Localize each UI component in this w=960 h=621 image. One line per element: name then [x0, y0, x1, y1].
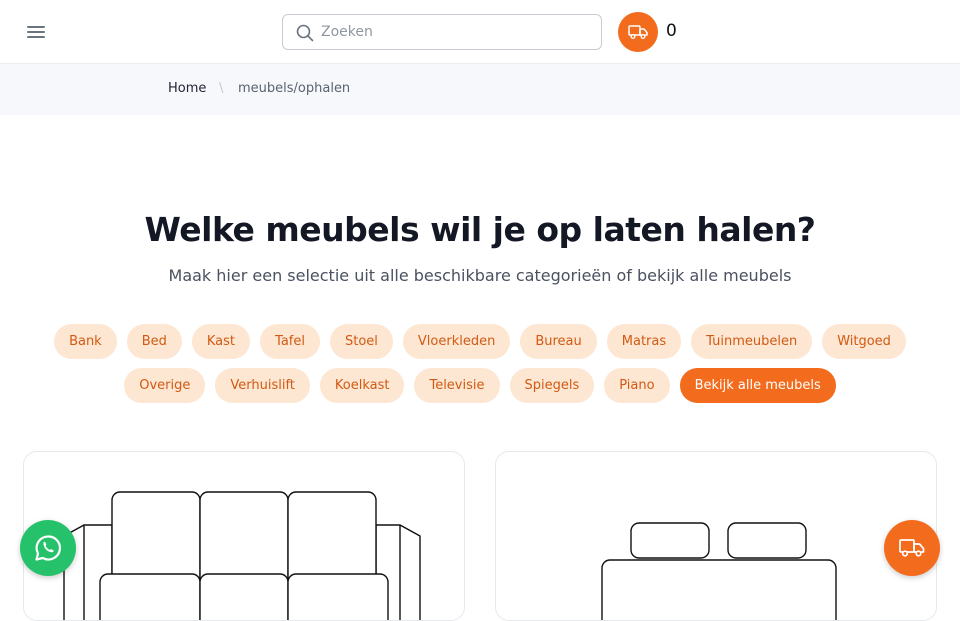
- category-chips-row-2: Overige Verhuislift Koelkast Televisie S…: [30, 368, 930, 403]
- menu-button[interactable]: [24, 20, 48, 44]
- breadcrumb: Home \ meubels/ophalen: [0, 65, 960, 115]
- page-title: Welke meubels wil je op laten halen?: [144, 210, 816, 249]
- category-chip-witgoed[interactable]: Witgoed: [822, 324, 906, 359]
- category-chip-verhuislift[interactable]: Verhuislift: [215, 368, 310, 403]
- category-chip-vloerkleden[interactable]: Vloerkleden: [402, 324, 511, 359]
- category-chip-piano[interactable]: Piano: [604, 368, 670, 403]
- category-chip-televisie[interactable]: Televisie: [414, 368, 500, 403]
- whatsapp-button[interactable]: [20, 520, 76, 576]
- category-chip-tafel[interactable]: Tafel: [260, 324, 320, 359]
- page-subtitle: Maak hier een selectie uit alle beschikb…: [168, 266, 792, 285]
- moving-truck-fab[interactable]: [884, 520, 940, 576]
- view-all-furniture-button[interactable]: Bekijk alle meubels: [679, 368, 836, 403]
- category-chip-bed[interactable]: Bed: [126, 324, 182, 359]
- category-chip-spiegels[interactable]: Spiegels: [509, 368, 595, 403]
- sofa-icon: [63, 491, 421, 620]
- category-chip-matras[interactable]: Matras: [606, 324, 682, 359]
- category-chip-overige[interactable]: Overige: [124, 368, 206, 403]
- breadcrumb-current: meubels/ophalen: [238, 81, 351, 96]
- category-card-sofa[interactable]: [23, 451, 465, 621]
- hamburger-icon: [27, 26, 45, 28]
- category-chip-bureau[interactable]: Bureau: [520, 324, 597, 359]
- truck-icon: [628, 25, 648, 39]
- category-card-bed[interactable]: [495, 451, 937, 621]
- breadcrumb-home-link[interactable]: Home: [168, 81, 206, 96]
- category-chip-kast[interactable]: Kast: [191, 324, 251, 359]
- category-chip-bank[interactable]: Bank: [54, 324, 117, 359]
- truck-icon: [899, 539, 925, 557]
- breadcrumb-separator: \: [219, 81, 224, 96]
- moving-cart-button[interactable]: [618, 12, 658, 52]
- whatsapp-icon: [35, 535, 62, 561]
- category-chip-koelkast[interactable]: Koelkast: [319, 368, 405, 403]
- search-input[interactable]: [321, 15, 591, 49]
- category-chip-tuinmeubelen[interactable]: Tuinmeubelen: [691, 324, 813, 359]
- category-chip-stoel[interactable]: Stoel: [329, 324, 393, 359]
- cart-count: 0: [666, 21, 677, 41]
- top-header: 0: [0, 0, 960, 64]
- search-box[interactable]: [282, 14, 602, 50]
- search-icon: [296, 24, 314, 42]
- bed-icon: [601, 522, 837, 620]
- category-chips-row-1: Bank Bed Kast Tafel Stoel Vloerkleden Bu…: [30, 324, 930, 359]
